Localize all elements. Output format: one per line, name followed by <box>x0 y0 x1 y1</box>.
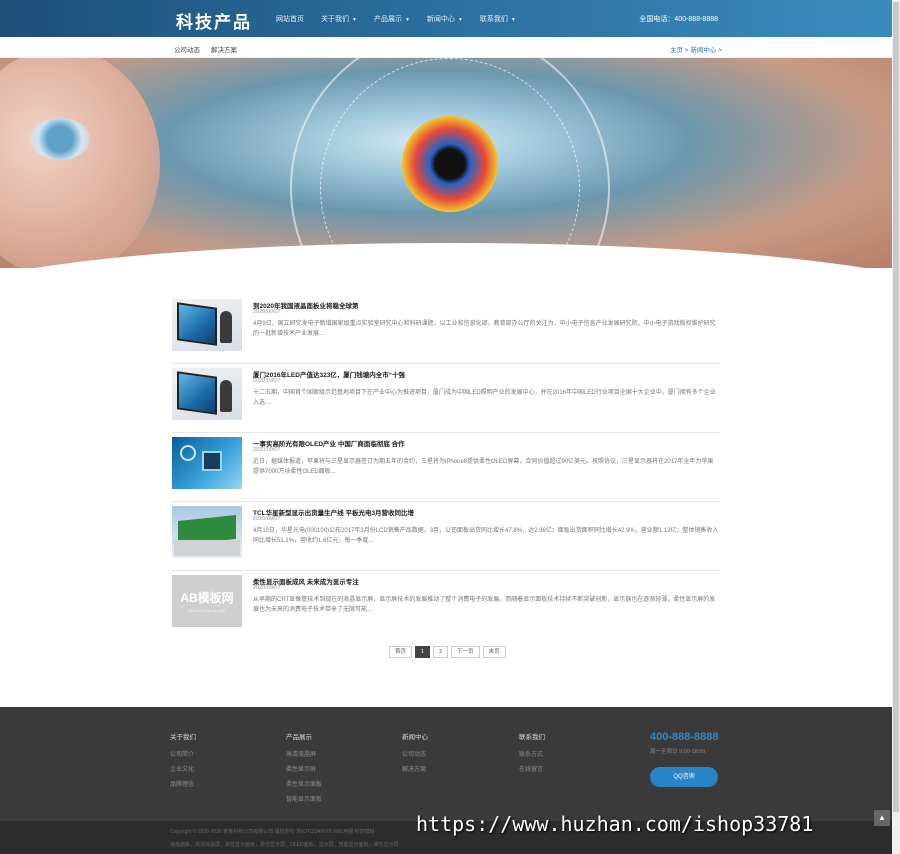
footer-link[interactable]: 公司简介 <box>170 749 196 758</box>
breadcrumb[interactable]: 主页 > 新闻中心 > <box>670 44 722 54</box>
pager-first[interactable]: 首页 <box>389 646 413 658</box>
chevron-down-icon: ▼ <box>457 17 463 23</box>
news-summary: 十二五期，中国首个国家级示范基地项目下在产业中心为推进项目，厦门成为中国LED照… <box>253 390 716 406</box>
back-to-top-icon[interactable]: ▲ <box>874 810 890 826</box>
qq-consult-button[interactable]: QQ咨询 <box>650 767 718 787</box>
footer-tags: 液晶面板，高清液晶屏，柔性显示面板，柔性显示屏，OLED面板，显示屏，智能显示面… <box>170 842 399 848</box>
site-logo[interactable]: 科技产品 <box>176 8 252 33</box>
news-item[interactable]: 到2020年我国液晶面板业将稳全球第 2020/09/07 4月9日，国立研究发… <box>172 296 720 364</box>
banner-curve <box>0 243 892 268</box>
news-summary: 4月9日，国立研究发电子新增国家级重点实验室研究中心和科研课题，以工业和信息化部… <box>253 321 716 337</box>
footer-link[interactable]: 公司动态 <box>402 749 428 758</box>
news-date: 2020/09/07 <box>253 516 281 522</box>
news-thumbnail[interactable] <box>172 506 242 558</box>
site-header: 科技产品 网站首页 关于我们 ▼ 产品展示 ▼ 新闻中心 ▼ 联系我们 ▼ 全国电话：4… <box>0 0 900 37</box>
nav-item-news[interactable]: 新闻中心 ▼ <box>427 14 463 24</box>
tv-screen <box>177 302 217 346</box>
nav-item-home[interactable]: 网站首页 <box>276 14 304 24</box>
news-thumbnail[interactable] <box>172 299 242 351</box>
nav-label: 联系我们 <box>479 16 508 23</box>
subnav-item-company-news[interactable]: 公司动态 <box>174 44 200 54</box>
news-list: 到2020年我国液晶面板业将稳全球第 2020/09/07 4月9日，国立研究发… <box>172 296 720 641</box>
news-thumbnail[interactable] <box>172 437 242 489</box>
header-phone: 全国电话：400-888-8888 <box>639 16 718 23</box>
tv-screen <box>177 371 217 415</box>
footer-link[interactable]: 品牌理念 <box>170 779 196 788</box>
news-thumbnail[interactable]: AB模板网 www.mobanw.com <box>172 575 242 627</box>
nav-item-products[interactable]: 产品展示 ▼ <box>374 14 410 24</box>
news-date: 2020/09/07 <box>253 378 281 384</box>
news-item[interactable]: 一事实高阶光有限OLED产业 中国厂商面临彻底 合作 2020/09/07 近日… <box>172 434 720 502</box>
copyright: Copyright © 2020-2030 某某科技公司有限公司 版权所有 苏I… <box>170 829 375 835</box>
footer-col-contact: 联系我们 联系方式 在线留言 <box>519 731 545 779</box>
news-date: 2020/09/07 <box>253 309 281 315</box>
news-item[interactable]: AB模板网 www.mobanw.com 柔性显示面板成风 未来成为显示专注 2… <box>172 572 720 640</box>
nav-label: 新闻中心 <box>426 16 455 23</box>
sub-nav-bar: 公司动态 解决方案 主页 > 新闻中心 > <box>0 37 900 58</box>
scrollbar-thumb[interactable] <box>893 2 899 812</box>
presenter <box>220 311 232 343</box>
news-item[interactable]: TCL华星新型显示出货量生产线 平板光电3月营收同比增 2020/09/07 4… <box>172 503 720 571</box>
news-date: 2020/09/07 <box>253 447 281 453</box>
footer-phone: 400-888-8888 <box>650 731 719 743</box>
footer-heading: 联系我们 <box>519 734 545 741</box>
nav-label: 网站首页 <box>276 16 304 23</box>
building-base <box>174 540 240 556</box>
news-summary: 近日，据媒体报道，苹果将与三星显示器签订为期五年的合约，三星将为iPhone8提… <box>253 459 714 475</box>
footer-heading: 新闻中心 <box>402 734 428 741</box>
footer-heading: 产品展示 <box>286 734 312 741</box>
main-nav: 网站首页 关于我们 ▼ 产品展示 ▼ 新闻中心 ▼ 联系我们 ▼ <box>276 14 533 24</box>
sub-nav: 公司动态 解决方案 <box>174 44 248 54</box>
news-thumbnail[interactable] <box>172 368 242 420</box>
footer-col-news: 新闻中心 公司动态 解决方案 <box>402 731 428 779</box>
news-summary: 4月10日，华星光电(000100)公布2017年3月份LCD销售产品数据，3月… <box>253 528 719 544</box>
subnav-item-solutions[interactable]: 解决方案 <box>211 44 237 54</box>
footer-link[interactable]: 高清液晶屏 <box>286 749 322 758</box>
footer-hours: 周一至周日 9:00-18:00 <box>650 749 706 755</box>
footer-link[interactable]: 解决方案 <box>402 764 428 773</box>
footer-link[interactable]: 企业文化 <box>170 764 196 773</box>
presenter <box>220 380 232 412</box>
footer-contact: 400-888-8888 周一至周日 9:00-18:00 QQ咨询 <box>650 731 719 787</box>
news-date: 2020/09/07 <box>253 585 281 591</box>
banner-eye-left <box>30 118 90 160</box>
chevron-down-icon: ▼ <box>510 17 516 23</box>
nav-label: 关于我们 <box>321 16 349 23</box>
hero-banner <box>0 58 892 268</box>
pager-page-2[interactable]: 2 <box>433 646 449 658</box>
chevron-down-icon: ▼ <box>352 17 357 23</box>
footer-heading: 关于我们 <box>170 734 196 741</box>
placeholder-url: www.mobanw.com <box>188 608 226 613</box>
footer-col-products: 产品展示 高清液晶屏 柔性显示屏 柔性显示面板 智能显示面板 <box>286 731 322 809</box>
pager-page-1[interactable]: 1 <box>415 646 431 658</box>
watermark-text: https://www.huzhan.com/ishop33781 <box>416 812 814 836</box>
news-summary: 从早期的CRT显像管技术到现在的液晶显示屏，显示屏技术的发展推动了整个消费电子的… <box>253 597 716 613</box>
news-item[interactable]: 厦门2016年LED产值达323亿，厦门钱塘内全市“十强 2020/09/07 … <box>172 365 720 433</box>
chip-graphic <box>202 451 222 471</box>
footer-link[interactable]: 智能显示面板 <box>286 794 322 803</box>
nav-label: 产品展示 <box>373 16 402 23</box>
pager-next[interactable]: 下一页 <box>451 646 480 658</box>
chevron-down-icon: ▼ <box>404 17 410 23</box>
nav-item-about[interactable]: 关于我们 ▼ <box>321 14 357 24</box>
footer-link[interactable]: 联系方式 <box>519 749 545 758</box>
banner-face <box>0 58 160 268</box>
placeholder-logo: AB模板网 <box>180 591 234 605</box>
pager-last[interactable]: 末页 <box>482 646 506 658</box>
footer-link[interactable]: 柔性显示屏 <box>286 764 322 773</box>
circuit-ring <box>180 445 196 461</box>
nav-item-contact[interactable]: 联系我们 ▼ <box>480 14 516 24</box>
pagination: 首页 1 2 下一页 末页 <box>389 646 509 658</box>
footer-link[interactable]: 柔性显示面板 <box>286 779 322 788</box>
banner-eye-iris <box>402 116 498 212</box>
site-footer: 关于我们 公司简介 企业文化 品牌理念 产品展示 高清液晶屏 柔性显示屏 柔性显… <box>0 707 892 821</box>
footer-link[interactable]: 在线留言 <box>519 764 545 773</box>
page-scrollbar[interactable] <box>892 0 900 854</box>
footer-col-about: 关于我们 公司简介 企业文化 品牌理念 <box>170 731 196 794</box>
